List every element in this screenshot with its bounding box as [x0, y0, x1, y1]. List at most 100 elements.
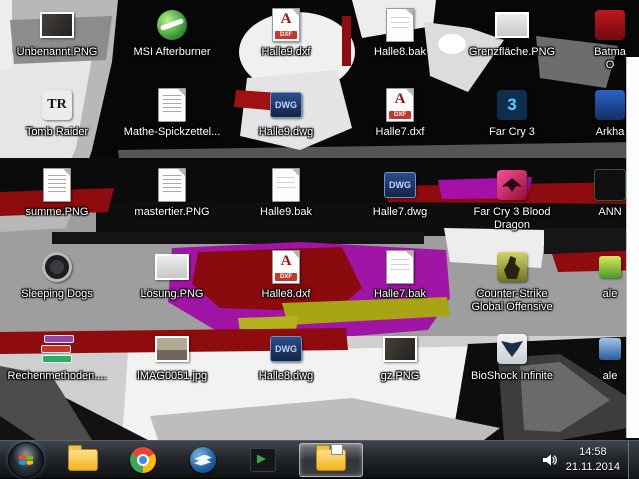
desktop-icon[interactable]: 3 Far Cry 3 — [457, 86, 567, 139]
icon-label: ale — [603, 288, 618, 301]
msi-afterburner-icon — [157, 10, 187, 40]
bak-file-icon — [386, 8, 414, 42]
dxf-file-icon: A DXF — [272, 250, 300, 284]
desktop-icon[interactable]: Mathe-Spickzettel... — [117, 86, 227, 139]
taskbar-clock[interactable]: 14:58 21.11.2014 — [566, 445, 620, 474]
icon-label-line: ale — [602, 370, 618, 382]
speaker-icon[interactable] — [542, 454, 558, 466]
desktop-icon[interactable]: Halle8.bak — [345, 6, 455, 59]
desktop-icon[interactable]: MSI Afterburner — [117, 6, 227, 59]
desktop-icon[interactable]: IMAG0051.jpg — [117, 330, 227, 383]
icon-label-line: summe.PNG — [25, 206, 89, 218]
desktop-icon[interactable]: summe.PNG — [2, 166, 112, 219]
clock-date: 21.11.2014 — [565, 460, 620, 473]
icon-label: Halle7.bak — [374, 288, 426, 301]
desktop-icon[interactable]: DWG Halle9.dwg — [231, 86, 341, 139]
taskbar-window-explorer[interactable] — [299, 442, 363, 477]
desktop-icon[interactable]: gz.PNG — [345, 330, 455, 383]
show-desktop-button[interactable] — [628, 440, 639, 479]
open-folder-icon — [316, 443, 346, 471]
start-button[interactable] — [8, 441, 44, 478]
desktop-icon[interactable]: TR Tomb Raider — [2, 86, 112, 139]
desktop: Unbenannt.PNG MSI Afterburner A DXF Halle9.d… — [0, 0, 639, 440]
desktop-icon[interactable]: A DXF Halle8.dxf — [231, 248, 341, 301]
icon-label: Halle7.dwg — [373, 206, 427, 219]
desktop-icon[interactable]: Sleeping Dogs — [2, 248, 112, 301]
icon-label-line: gz.PNG — [380, 370, 420, 382]
png-thumbnail-icon — [495, 12, 529, 38]
taskbar-button-app[interactable] — [233, 441, 293, 479]
desktop-icon[interactable]: mastertier.PNG — [117, 166, 227, 219]
icon-label-line: Far Cry 3 — [489, 126, 535, 138]
desktop-icon[interactable]: DWG Halle7.dwg — [345, 166, 455, 219]
icon-label: MSI Afterburner — [133, 46, 210, 59]
icon-label: mastertier.PNG — [134, 206, 209, 219]
icon-label-line: BioShock Infinite — [471, 370, 553, 382]
icon-label-line: Arkha — [595, 126, 625, 138]
icon-label: Lösung.PNG — [141, 288, 204, 301]
right-white-strip — [626, 57, 639, 438]
tomb-raider-icon: TR — [42, 90, 72, 120]
desktop-icon[interactable]: Lösung.PNG — [117, 248, 227, 301]
icon-label-line: Halle7.dwg — [372, 206, 428, 218]
dwg-file-icon: DWG — [270, 92, 302, 118]
sleeping-dogs-icon — [42, 252, 72, 282]
blood-dragon-icon — [497, 170, 527, 200]
taskbar-button-chrome[interactable] — [113, 441, 173, 479]
png-thumbnail-icon — [383, 336, 417, 362]
dwg-file-icon: DWG — [270, 336, 302, 362]
icon-label-line: Far Cry 3 Blood Dragon — [473, 206, 551, 232]
dark-app-icon — [250, 447, 276, 472]
icon-label: Arkha — [596, 126, 625, 139]
icon-label: Counter-Strike Global Offensive — [460, 288, 564, 314]
icon-label-line: mastertier.PNG — [134, 206, 210, 218]
clock-time: 14:58 — [579, 446, 607, 459]
icon-label-line: Halle9.bak — [260, 206, 312, 218]
icon-label-line: Lösung.PNG — [140, 288, 204, 300]
desktop-icon[interactable]: Rechenmethoden.... — [2, 330, 112, 383]
png-thumbnail-icon — [155, 254, 189, 280]
far-cry-3-icon: 3 — [497, 90, 527, 120]
icon-label-line: Halle7.bak — [374, 288, 426, 300]
shortcut-icon — [599, 338, 621, 360]
icon-label-line: O — [605, 59, 615, 72]
desktop-icon[interactable]: A DXF Halle9.dxf — [231, 6, 341, 59]
icon-label: Unbenannt.PNG — [17, 46, 98, 59]
icon-label: Far Cry 3 Blood Dragon — [460, 206, 564, 232]
desktop-icon[interactable]: A DXF Halle7.dxf — [345, 86, 455, 139]
taskbar: 14:58 21.11.2014 — [0, 440, 639, 479]
csgo-icon — [497, 252, 527, 282]
icon-label-line: Mathe-Spickzettel... — [123, 126, 221, 138]
icon-label: Far Cry 3 — [489, 126, 535, 139]
icon-label: Halle8.bak — [374, 46, 426, 59]
taskbar-button-thunderbird[interactable] — [173, 441, 233, 479]
icon-label: IMAG0051.jpg — [137, 370, 207, 383]
bioshock-infinite-icon — [497, 334, 527, 364]
bak-file-icon — [272, 168, 300, 202]
desktop-icon[interactable]: Grenzfläche.PNG — [457, 6, 567, 59]
icon-label: gz.PNG — [381, 370, 420, 383]
desktop-icon[interactable]: Unbenannt.PNG — [2, 6, 112, 59]
desktop-icon[interactable]: BioShock Infinite — [457, 330, 567, 383]
icon-label: summe.PNG — [26, 206, 89, 219]
system-tray: 14:58 21.11.2014 — [542, 440, 639, 479]
dwg-file-icon: DWG — [384, 172, 416, 198]
icon-label: ANN — [598, 206, 621, 219]
icon-label-line: Grenzfläche.PNG — [468, 46, 556, 58]
icon-label-line: ANN — [598, 206, 622, 218]
game-icon — [594, 169, 626, 201]
desktop-icon[interactable]: Far Cry 3 Blood Dragon — [457, 166, 567, 232]
icon-label: Batma O — [594, 46, 626, 72]
desktop-icon[interactable]: Counter-Strike Global Offensive — [457, 248, 567, 314]
desktop-icon[interactable]: Halle7.bak — [345, 248, 455, 301]
icon-label-line: Halle8.bak — [374, 46, 426, 58]
winrar-archive-icon — [41, 335, 74, 363]
windows-logo-icon — [19, 454, 33, 465]
icon-label-line: Unbenannt.PNG — [16, 46, 98, 58]
desktop-icon[interactable]: DWG Halle8.dwg — [231, 330, 341, 383]
dxf-file-icon: A DXF — [386, 88, 414, 122]
icon-label-line: Halle7.dxf — [375, 126, 425, 138]
icon-label-line: ale — [602, 288, 618, 300]
taskbar-button-explorer[interactable] — [53, 441, 113, 479]
desktop-icon[interactable]: Halle9.bak — [231, 166, 341, 219]
